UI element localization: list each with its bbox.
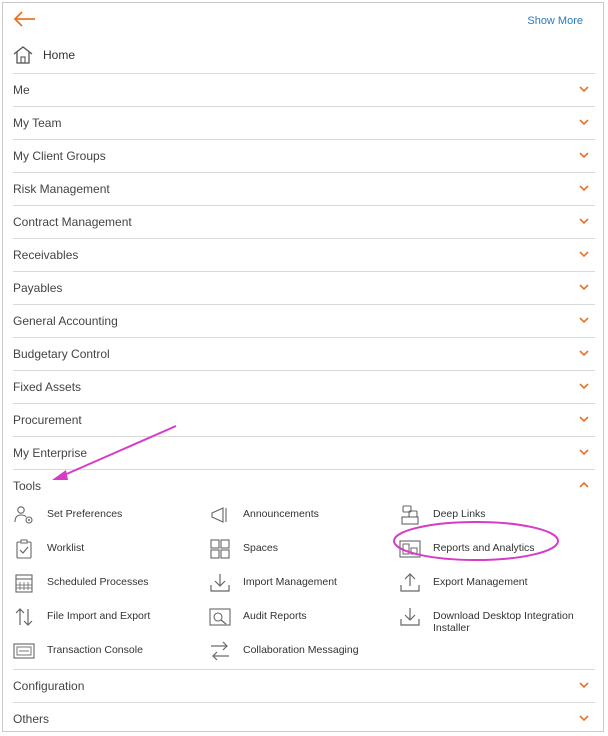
tool-label: File Import and Export (47, 610, 151, 622)
group-payables[interactable]: Payables (13, 271, 595, 303)
tool-set-preferences[interactable]: Set Preferences (13, 505, 122, 525)
home-label: Home (43, 48, 76, 62)
audit-icon (209, 608, 231, 626)
chevron-down-icon (579, 86, 589, 93)
tool-announcements[interactable]: Announcements (209, 505, 319, 525)
announcements-icon (211, 507, 227, 523)
back-arrow-icon[interactable] (13, 9, 37, 29)
reports-icon (399, 540, 421, 558)
tool-label: Announcements (243, 508, 319, 520)
chevron-down-icon (579, 416, 589, 423)
tool-scheduled-processes[interactable]: Scheduled Processes (13, 573, 149, 593)
worklist-icon (16, 539, 32, 559)
tool-file-import-and-export[interactable]: File Import and Export (13, 607, 150, 627)
download-icon (400, 608, 420, 626)
group-label: Others (13, 711, 50, 726)
tool-transaction-console[interactable]: Transaction Console (13, 641, 143, 661)
chevron-down-icon (579, 317, 589, 324)
tool-label: Download Desktop Integration Installer (433, 610, 574, 634)
chevron-down-icon (579, 218, 589, 225)
tool-label: Import Management (243, 576, 337, 588)
chevron-down-icon (579, 284, 589, 291)
chevron-down-icon (579, 152, 589, 159)
tool-label: Deep Links (433, 508, 486, 520)
chevron-down-icon (579, 251, 589, 258)
tool-import-management[interactable]: Import Management (209, 573, 337, 593)
group-procurement[interactable]: Procurement (13, 403, 595, 435)
group-configuration[interactable]: Configuration (13, 669, 595, 701)
tool-spaces[interactable]: Spaces (209, 539, 278, 559)
group-others[interactable]: Others (13, 702, 595, 734)
group-label: Fixed Assets (13, 379, 82, 394)
tool-label: Set Preferences (47, 508, 123, 520)
group-tools[interactable]: Tools (13, 469, 595, 501)
group-label: Procurement (13, 412, 82, 427)
tool-label: Transaction Console (47, 644, 143, 656)
tool-label: Worklist (47, 542, 85, 554)
group-label: My Client Groups (13, 148, 106, 163)
chevron-down-icon (579, 119, 589, 126)
group-fixed-assets[interactable]: Fixed Assets (13, 370, 595, 402)
group-budgetary-control[interactable]: Budgetary Control (13, 337, 595, 369)
tool-export-management[interactable]: Export Management (399, 573, 528, 593)
home-icon (13, 46, 33, 64)
group-label: Risk Management (13, 181, 110, 196)
tool-reports-and-analytics[interactable]: Reports and Analytics (399, 539, 535, 559)
chevron-down-icon (579, 715, 589, 722)
group-label: My Enterprise (13, 445, 88, 460)
file-transfer-icon (15, 608, 33, 626)
group-my-client-groups[interactable]: My Client Groups (13, 139, 595, 171)
preferences-icon (14, 506, 33, 524)
tool-audit-reports[interactable]: Audit Reports (209, 607, 307, 627)
chevron-down-icon (579, 682, 589, 689)
tool-label: Audit Reports (243, 610, 307, 622)
group-label: General Accounting (13, 313, 118, 328)
tool-label: Scheduled Processes (47, 576, 149, 588)
tool-label: Collaboration Messaging (243, 644, 359, 656)
tool-label: Export Management (433, 576, 528, 588)
navigator-panel: Show More Home Me My Team My Client Groups… (2, 2, 604, 732)
group-label: Configuration (13, 678, 85, 693)
group-me[interactable]: Me (13, 73, 595, 105)
deep-links-icon (401, 505, 419, 525)
top-bar: Show More (3, 3, 603, 39)
group-my-enterprise[interactable]: My Enterprise (13, 436, 595, 468)
group-risk-management[interactable]: Risk Management (13, 172, 595, 204)
calendar-icon (15, 574, 33, 593)
group-label: Payables (13, 280, 63, 295)
group-receivables[interactable]: Receivables (13, 238, 595, 270)
chevron-down-icon (579, 185, 589, 192)
console-icon (13, 643, 35, 659)
chevron-down-icon (579, 350, 589, 357)
group-label: Me (13, 82, 30, 97)
group-my-team[interactable]: My Team (13, 106, 595, 138)
group-label: Receivables (13, 247, 79, 262)
export-icon (400, 573, 420, 592)
tool-download-desktop-integration-installer[interactable]: Download Desktop Integration Installer (399, 607, 583, 634)
show-more-link[interactable]: Show More (527, 15, 583, 27)
tool-label: Reports and Analytics (433, 542, 535, 554)
home-link[interactable]: Home (13, 43, 75, 67)
group-label: Tools (13, 478, 42, 493)
group-label: Contract Management (13, 214, 132, 229)
chevron-up-icon (579, 481, 589, 488)
tool-worklist[interactable]: Worklist (13, 539, 84, 559)
group-general-accounting[interactable]: General Accounting (13, 304, 595, 336)
group-label: My Team (13, 115, 62, 130)
group-label: Budgetary Control (13, 346, 110, 361)
tool-deep-links[interactable]: Deep Links (399, 505, 486, 525)
spaces-icon (210, 539, 230, 559)
messaging-icon (211, 641, 229, 661)
chevron-down-icon (579, 383, 589, 390)
import-icon (210, 574, 230, 592)
chevron-down-icon (579, 449, 589, 456)
tool-label: Spaces (243, 542, 279, 554)
group-contract-management[interactable]: Contract Management (13, 205, 595, 237)
tool-collaboration-messaging[interactable]: Collaboration Messaging (209, 641, 359, 661)
